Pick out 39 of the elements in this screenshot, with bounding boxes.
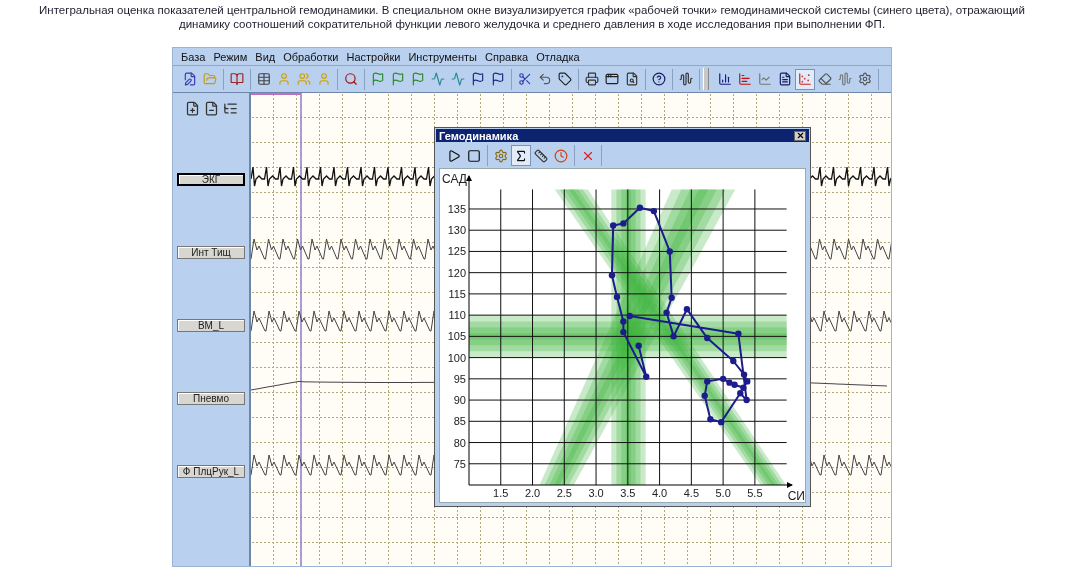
tick-label: 90 [453,394,466,407]
tick-label: 120 [447,266,466,279]
tick-label: 135 [447,202,466,215]
axis-label: СИ [787,489,805,502]
caption: Интегральная оценка показателей центральной гемодинамики. В специальном окне визуализируется график «рабочей точки» гемодинамической системы (синего цвета), отражающий динамику соотношений сократительной функции левого желудочка и среднего давления в ходе исследования при выполнении ФП. [38,3,1026,31]
channel-button[interactable]: Пневмо [177,392,245,405]
tick-label: 4.0 [651,487,668,499]
menu-item[interactable]: Справка [481,50,533,63]
tick-label: 125 [447,245,466,258]
tick-label: 5.0 [715,487,731,499]
tick-label: 95 [453,372,466,385]
tick-label: 110 [448,309,466,322]
window-title: Гемодинамика [439,129,519,142]
channel-button[interactable]: Инт Тищ [177,246,245,259]
tick-label: 130 [447,224,466,237]
tick-label: 115 [448,287,466,300]
tick-label: 3.0 [588,487,604,499]
menu-item[interactable]: Обработки [279,50,343,63]
menu-item[interactable]: Режим [209,50,252,63]
channel-button[interactable]: ЭКГ [177,173,245,186]
tick-label: 100 [447,351,466,364]
tick-label: 5.5 [747,487,763,499]
menu-item[interactable]: Инструменты [404,50,481,63]
tick-label: 4.5 [683,487,699,499]
tick-label: 2.5 [556,487,572,499]
menu-item[interactable]: Вид [251,50,280,63]
tick-label: 75 [453,457,466,470]
tick-label: 1.5 [493,487,509,499]
tick-label: 3.5 [620,487,636,499]
tick-label: 85 [453,415,466,428]
channel-button[interactable]: Ф ПлцРук_L [177,465,245,478]
menu-item[interactable]: Отладка [532,50,584,63]
tick-label: 105 [447,330,466,343]
tick-label: 80 [453,436,466,449]
menu-item[interactable]: Настройки [342,50,405,63]
tick-label: 2.0 [524,487,541,499]
axis-label: САД [442,172,467,186]
channel-button[interactable]: ВМ_L [177,319,245,332]
menu-item[interactable]: База [177,50,210,63]
